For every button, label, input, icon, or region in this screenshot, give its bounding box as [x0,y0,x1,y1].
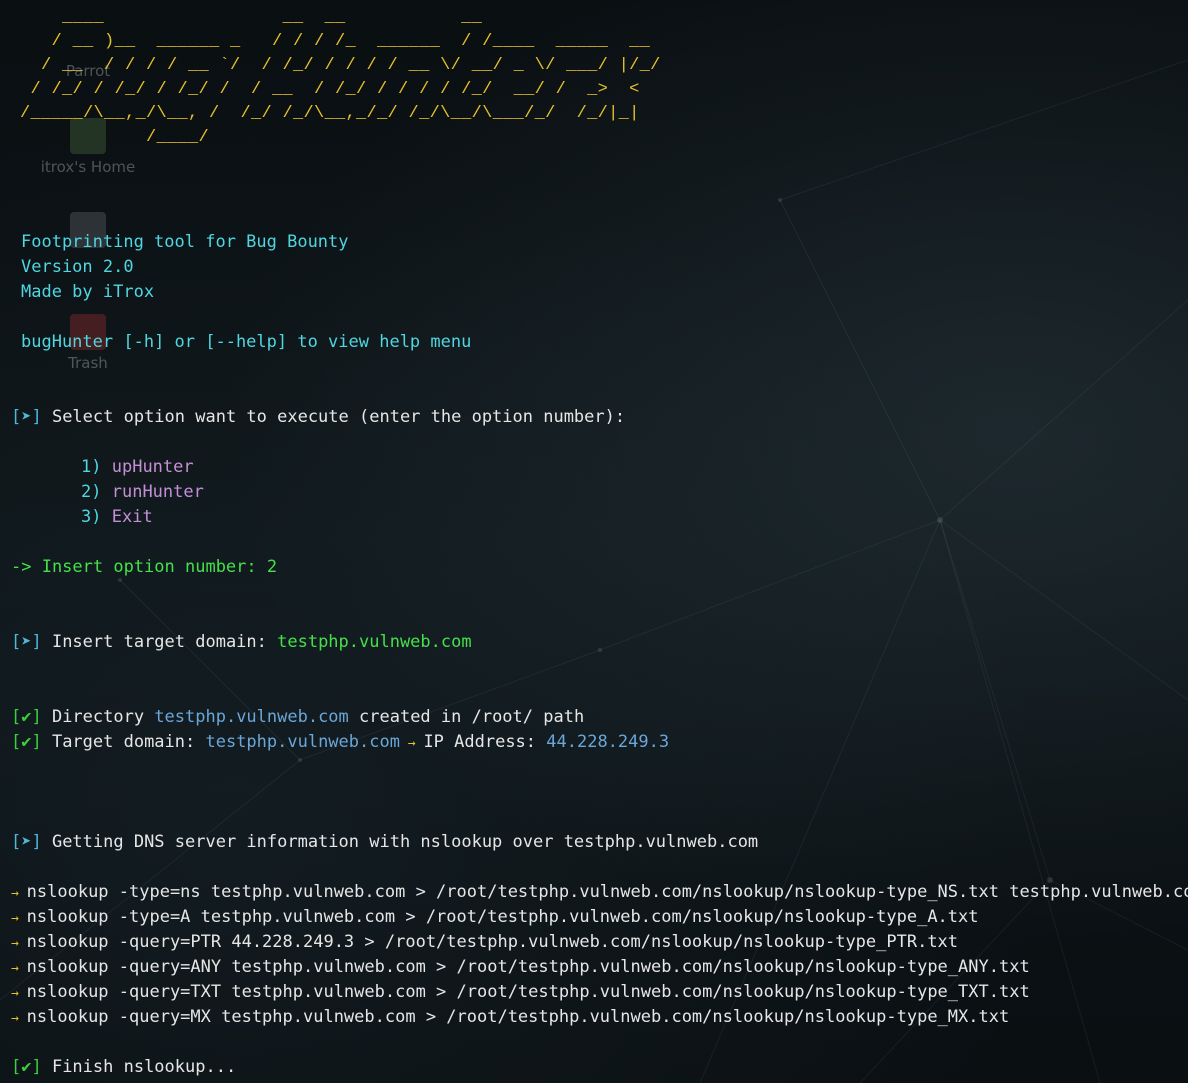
option-item: 1) upHunter [81,455,194,480]
right-arrow-icon: → [399,736,424,751]
option-item: 3) Exit [81,505,153,530]
right-arrow-icon: → [11,936,27,951]
option-label: upHunter [111,457,194,477]
check-marker: [✔] [11,1057,42,1077]
nslookup-command-text: nslookup -type=ns testphp.vulnweb.com > … [26,882,1188,902]
ip-value: 44.228.249.3 [546,732,670,752]
target-domain-prompt: Insert target domain: [41,632,278,652]
nslookup-command-text: nslookup -query=MX testphp.vulnweb.com >… [26,1007,1010,1027]
right-arrow-icon: → [11,961,27,976]
option-number: 2) [81,482,102,502]
right-arrow-icon: → [11,886,27,901]
select-option-text: Select option want to execute (enter the… [41,407,626,427]
insert-option-line: -> Insert option number: 2 [11,557,278,577]
option-number: 1) [81,457,102,477]
ip-domain: testphp.vulnweb.com [205,732,400,752]
nslookup-command: → nslookup -query=TXT testphp.vulnweb.co… [11,980,1030,1006]
target-domain-value: testphp.vulnweb.com [277,632,472,652]
finish-line: [✔] Finish nslookup... [11,1055,236,1080]
check-marker: [✔] [11,707,42,727]
nslookup-command: → nslookup -query=ANY testphp.vulnweb.co… [11,955,1030,981]
select-option-prompt: [➤] Select option want to execute (enter… [11,405,625,430]
ip-address-line: [✔] Target domain: testphp.vulnweb.com →… [11,730,669,756]
nslookup-command: → nslookup -type=A testphp.vulnweb.com >… [11,905,979,931]
directory-created-line: [✔] Directory testphp.vulnweb.com create… [11,705,584,730]
tagline: Footprinting tool for Bug Bounty [21,232,349,252]
option-label: runHunter [111,482,204,502]
ip-label: IP Address: [423,732,547,752]
nslookup-command-text: nslookup -query=TXT testphp.vulnweb.com … [26,982,1030,1002]
right-arrow-icon: → [11,911,27,926]
nslookup-command-text: nslookup -type=A testphp.vulnweb.com > /… [26,907,979,927]
help-flags: [-h] or [--help] to view help menu [113,332,472,352]
author: Made by iTrox [21,282,155,302]
directory-domain: testphp.vulnweb.com [154,707,349,727]
option-label: Exit [111,507,153,527]
arrow-marker: [➤] [11,407,42,427]
ip-prefix: Target domain: [41,732,206,752]
dns-header-line: [➤] Getting DNS server information with … [11,830,758,855]
nslookup-command: → nslookup -type=ns testphp.vulnweb.com … [11,880,1188,906]
help-line: bugHunter [-h] or [--help] to view help … [21,330,471,355]
option-number: 3) [81,507,102,527]
right-arrow-icon: → [11,986,27,1001]
arrow-marker: [➤] [11,632,42,652]
dns-header-text: Getting DNS server information with nslo… [41,832,759,852]
right-arrow-icon: → [11,1011,27,1026]
nslookup-command: → nslookup -query=PTR 44.228.249.3 > /ro… [11,930,958,956]
check-marker: [✔] [11,732,42,752]
version: Version 2.0 [21,257,134,277]
nslookup-command: → nslookup -query=MX testphp.vulnweb.com… [11,1005,1009,1031]
directory-suffix: created in /root/ path [348,707,585,727]
help-command: bugHunter [21,332,114,352]
target-domain-line: [➤] Insert target domain: testphp.vulnwe… [11,630,472,655]
ascii-banner: ____ __ __ __ / __ )__ ______ _ / / / /_… [20,8,661,147]
nslookup-command-text: nslookup -query=ANY testphp.vulnweb.com … [26,957,1030,977]
finish-text: Finish nslookup... [41,1057,237,1077]
nslookup-command-text: nslookup -query=PTR 44.228.249.3 > /root… [26,932,959,952]
option-item: 2) runHunter [81,480,204,505]
arrow-marker: [➤] [11,832,42,852]
directory-prefix: Directory [41,707,155,727]
terminal-output[interactable]: ____ __ __ __ / __ )__ ______ _ / / / /_… [0,0,1188,1083]
